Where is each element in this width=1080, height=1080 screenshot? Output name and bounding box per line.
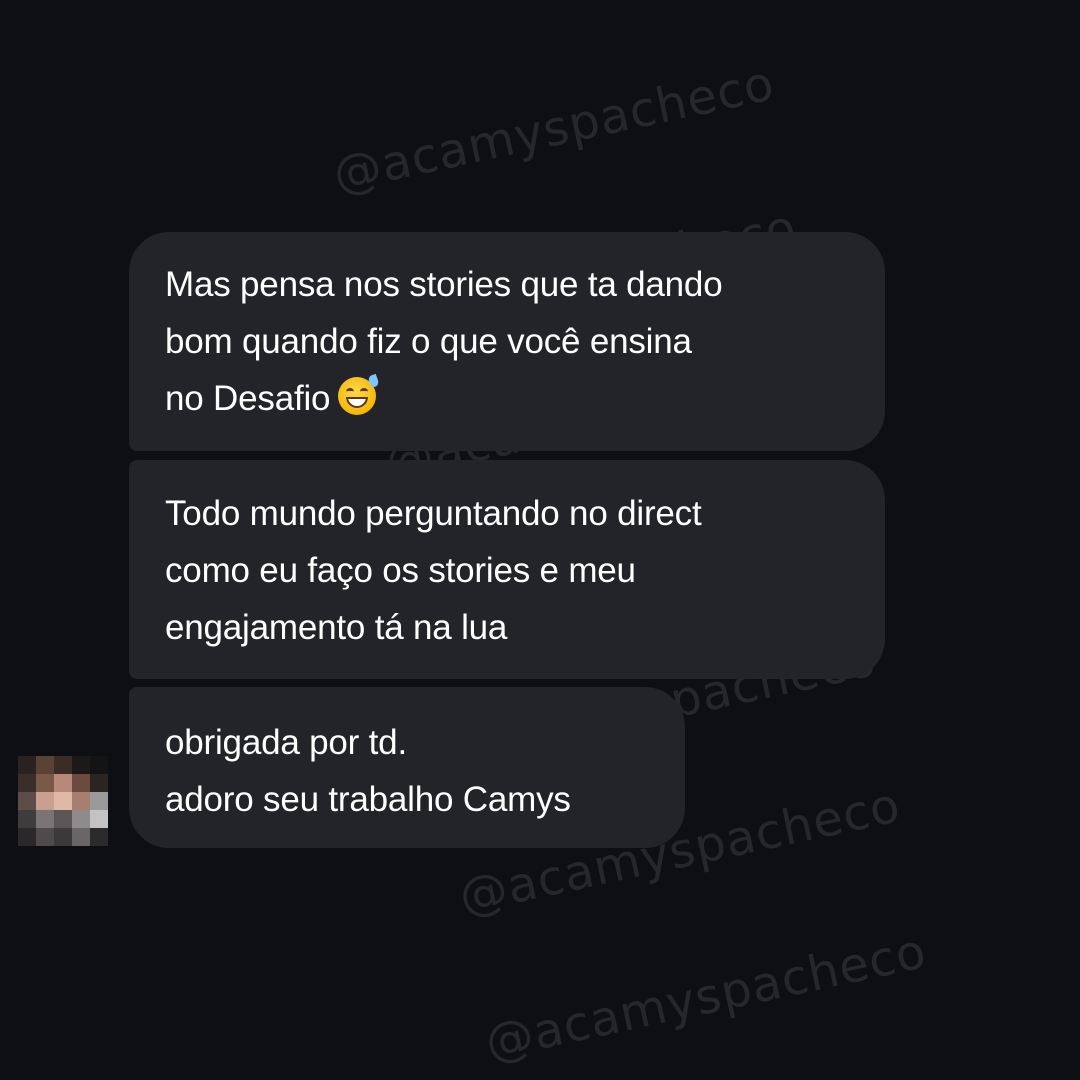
avatar-pixel xyxy=(72,792,90,810)
avatar-pixel xyxy=(54,792,72,810)
message-text-line: Mas pensa nos stories que ta dando xyxy=(165,265,723,304)
avatar-pixel xyxy=(54,756,72,774)
grinning-face-with-sweat-icon xyxy=(338,373,381,415)
avatar-pixel xyxy=(18,792,36,810)
avatar-pixel xyxy=(18,810,36,828)
avatar-pixel xyxy=(18,756,36,774)
message-bubble[interactable]: obrigada por td. adoro seu trabalho Camy… xyxy=(129,687,685,848)
avatar-pixel xyxy=(54,774,72,792)
message-bubble[interactable]: Todo mundo perguntando no direct como eu… xyxy=(129,460,885,679)
avatar-pixel xyxy=(36,756,54,774)
avatar-pixel xyxy=(72,756,90,774)
avatar-pixel xyxy=(72,774,90,792)
avatar-pixel xyxy=(90,792,108,810)
message-text-line: como eu faço os stories e meu xyxy=(165,551,636,590)
message-text-line: Todo mundo perguntando no direct xyxy=(165,494,702,533)
sender-avatar-icon[interactable] xyxy=(18,756,108,846)
avatar-pixel xyxy=(72,828,90,846)
message-bubble[interactable]: Mas pensa nos stories que ta dando bom q… xyxy=(129,232,885,451)
avatar-pixel xyxy=(36,810,54,828)
avatar-pixel xyxy=(18,828,36,846)
message-text-line: adoro seu trabalho Camys xyxy=(165,780,571,819)
message-text: no Desafio xyxy=(165,379,331,418)
avatar-pixel xyxy=(90,828,108,846)
avatar-pixel xyxy=(90,756,108,774)
avatar-pixel xyxy=(36,828,54,846)
message-text-line: obrigada por td. xyxy=(165,723,407,762)
avatar-pixel xyxy=(36,792,54,810)
avatar-pixel xyxy=(90,810,108,828)
avatar-pixel xyxy=(90,774,108,792)
avatar-pixel xyxy=(36,774,54,792)
avatar-pixel xyxy=(54,828,72,846)
watermark-text: @acamyspacheco xyxy=(480,923,932,1072)
watermark-text: @acamyspacheco xyxy=(328,55,780,204)
avatar-pixel xyxy=(72,810,90,828)
message-text-line: engajamento tá na lua xyxy=(165,608,508,647)
message-text-line: bom quando fiz o que você ensina xyxy=(165,322,692,361)
avatar-pixel xyxy=(54,810,72,828)
avatar-pixel xyxy=(18,774,36,792)
message-text-line: no Desafio xyxy=(165,370,849,427)
